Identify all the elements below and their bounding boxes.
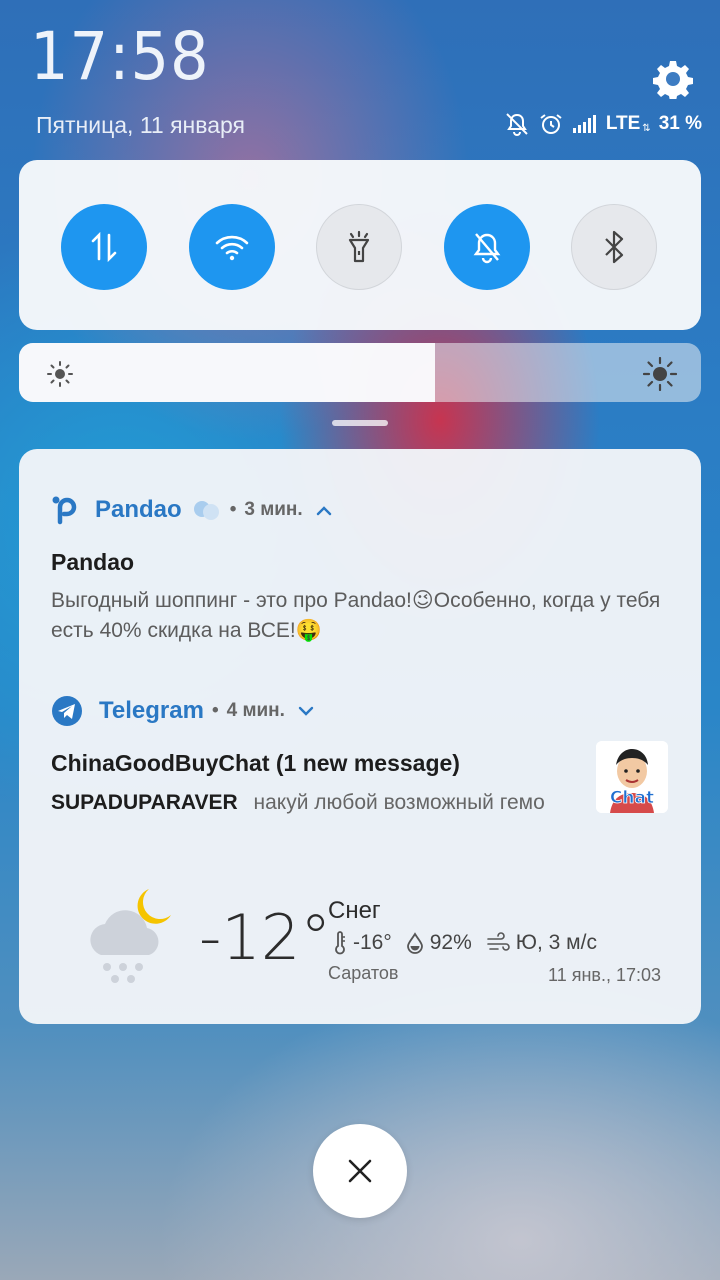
weather-condition: Снег	[328, 897, 381, 924]
humidity-value: 92%	[429, 931, 472, 954]
pandao-time: 3 мин.	[244, 499, 303, 520]
bluetooth-toggle[interactable]	[571, 204, 657, 290]
data-transfer-icon	[91, 231, 117, 263]
pandao-body[interactable]: Выгодный шоппинг - это про Pandao!😉Особе…	[51, 586, 681, 646]
telegram-message: накуй любой возможный гемо	[253, 791, 545, 814]
flashlight-toggle[interactable]	[316, 204, 402, 290]
bubble-icon	[193, 501, 219, 520]
brightness-fill	[19, 343, 436, 402]
flashlight-icon	[348, 230, 370, 263]
telegram-body[interactable]: SUPADUPARAVER накуй любой возможный гемо	[51, 788, 591, 818]
telegram-app-name: Telegram	[99, 697, 204, 724]
thermometer-icon	[335, 931, 345, 955]
wifi-toggle[interactable]	[189, 204, 275, 290]
network-type: LTE	[605, 113, 641, 134]
pandao-header[interactable]: Pandao • 3 мин.	[51, 495, 333, 525]
humidity: 92%	[406, 931, 472, 955]
bell-off-icon	[506, 113, 528, 136]
chat-avatar-text: Chat	[610, 788, 654, 808]
chevron-down-icon[interactable]	[297, 705, 315, 717]
pandao-app-icon	[52, 496, 77, 525]
settings-button[interactable]	[650, 56, 696, 102]
clear-notifications-button[interactable]	[313, 1124, 407, 1218]
temperature: -12°	[199, 901, 332, 974]
drag-handle[interactable]	[332, 420, 388, 426]
sun-small-icon	[47, 361, 73, 387]
snow-night-icon	[90, 889, 171, 983]
alarm-icon	[540, 114, 562, 134]
clock[interactable]: 17:58	[30, 18, 210, 95]
weather-updated: 11 янв., 17:03	[548, 965, 661, 985]
telegram-header[interactable]: Telegram • 4 мин.	[51, 695, 315, 727]
chat-avatar: Chat	[596, 741, 668, 813]
feels-like: -16°	[333, 931, 392, 955]
wind-value: Ю, 3 м/с	[515, 931, 597, 954]
network-activity: ⇅	[642, 122, 651, 134]
mobile-data-toggle[interactable]	[61, 204, 147, 290]
weather-details: -16° 92% Ю, 3 м/с	[333, 931, 611, 955]
signal-icon	[572, 115, 596, 133]
bell-off-icon	[473, 233, 501, 264]
telegram-sender: SUPADUPARAVER	[51, 791, 238, 814]
drop-icon	[406, 932, 423, 954]
battery-level: 31 %	[658, 113, 702, 134]
pandao-app-name: Pandao	[95, 496, 182, 523]
telegram-app-icon	[52, 696, 82, 726]
telegram-title[interactable]: ChinaGoodBuyChat (1 new message)	[51, 750, 460, 777]
status-icons: LTE ⇅ 31 %	[504, 112, 702, 136]
pandao-title[interactable]: Pandao	[51, 549, 134, 576]
gear-icon	[653, 61, 693, 99]
silent-toggle[interactable]	[444, 204, 530, 290]
close-icon	[348, 1159, 372, 1183]
chevron-up-icon[interactable]	[315, 504, 333, 516]
wifi-icon	[215, 235, 249, 261]
bluetooth-icon	[605, 230, 624, 264]
brightness-slider[interactable]	[19, 343, 701, 402]
sun-large-icon	[643, 357, 677, 391]
wind-icon	[486, 932, 510, 951]
notifications-card: Pandao • 3 мин. Pandao Выгодный шоппинг …	[19, 449, 701, 1024]
quick-toggles-panel	[19, 160, 701, 330]
date-label[interactable]: Пятница, 11 января	[36, 112, 245, 139]
separator-dot: •	[211, 700, 219, 721]
wind: Ю, 3 м/с	[486, 931, 597, 955]
separator-dot: •	[229, 499, 237, 520]
weather-city: Саратов	[328, 963, 399, 983]
feels-like-value: -16°	[353, 931, 392, 954]
telegram-time: 4 мин.	[226, 700, 285, 721]
